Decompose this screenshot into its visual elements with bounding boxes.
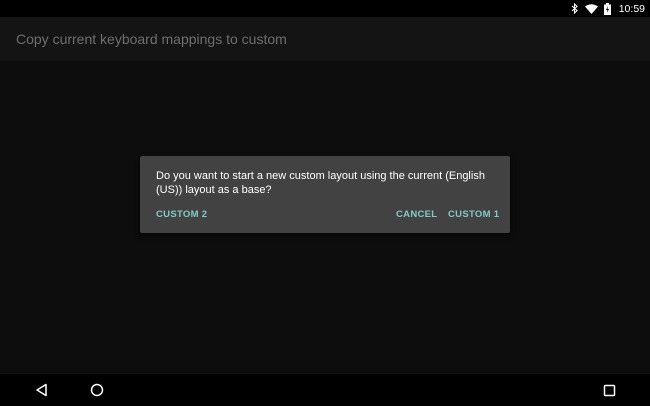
wifi-icon bbox=[584, 3, 598, 14]
app-bar: Copy current keyboard mappings to custom bbox=[0, 17, 650, 61]
navigation-bar bbox=[0, 374, 650, 406]
home-icon[interactable] bbox=[89, 382, 105, 398]
recents-icon[interactable] bbox=[601, 382, 617, 398]
status-icons: 10:59 bbox=[571, 0, 645, 17]
custom2-button[interactable]: CUSTOM 2 bbox=[156, 209, 207, 220]
dialog-message: Do you want to start a new custom layout… bbox=[156, 170, 485, 196]
custom1-button[interactable]: CUSTOM 1 bbox=[448, 209, 499, 220]
page-title: Copy current keyboard mappings to custom bbox=[16, 31, 287, 47]
status-bar: 10:59 bbox=[0, 0, 650, 17]
bluetooth-icon bbox=[571, 3, 579, 14]
layout-dialog: Do you want to start a new custom layout… bbox=[140, 156, 510, 233]
screen: 10:59 Copy current keyboard mappings to … bbox=[0, 0, 650, 406]
cancel-button[interactable]: CANCEL bbox=[396, 209, 437, 220]
battery-icon bbox=[603, 2, 611, 15]
back-icon[interactable] bbox=[34, 382, 50, 398]
status-clock: 10:59 bbox=[618, 2, 645, 15]
